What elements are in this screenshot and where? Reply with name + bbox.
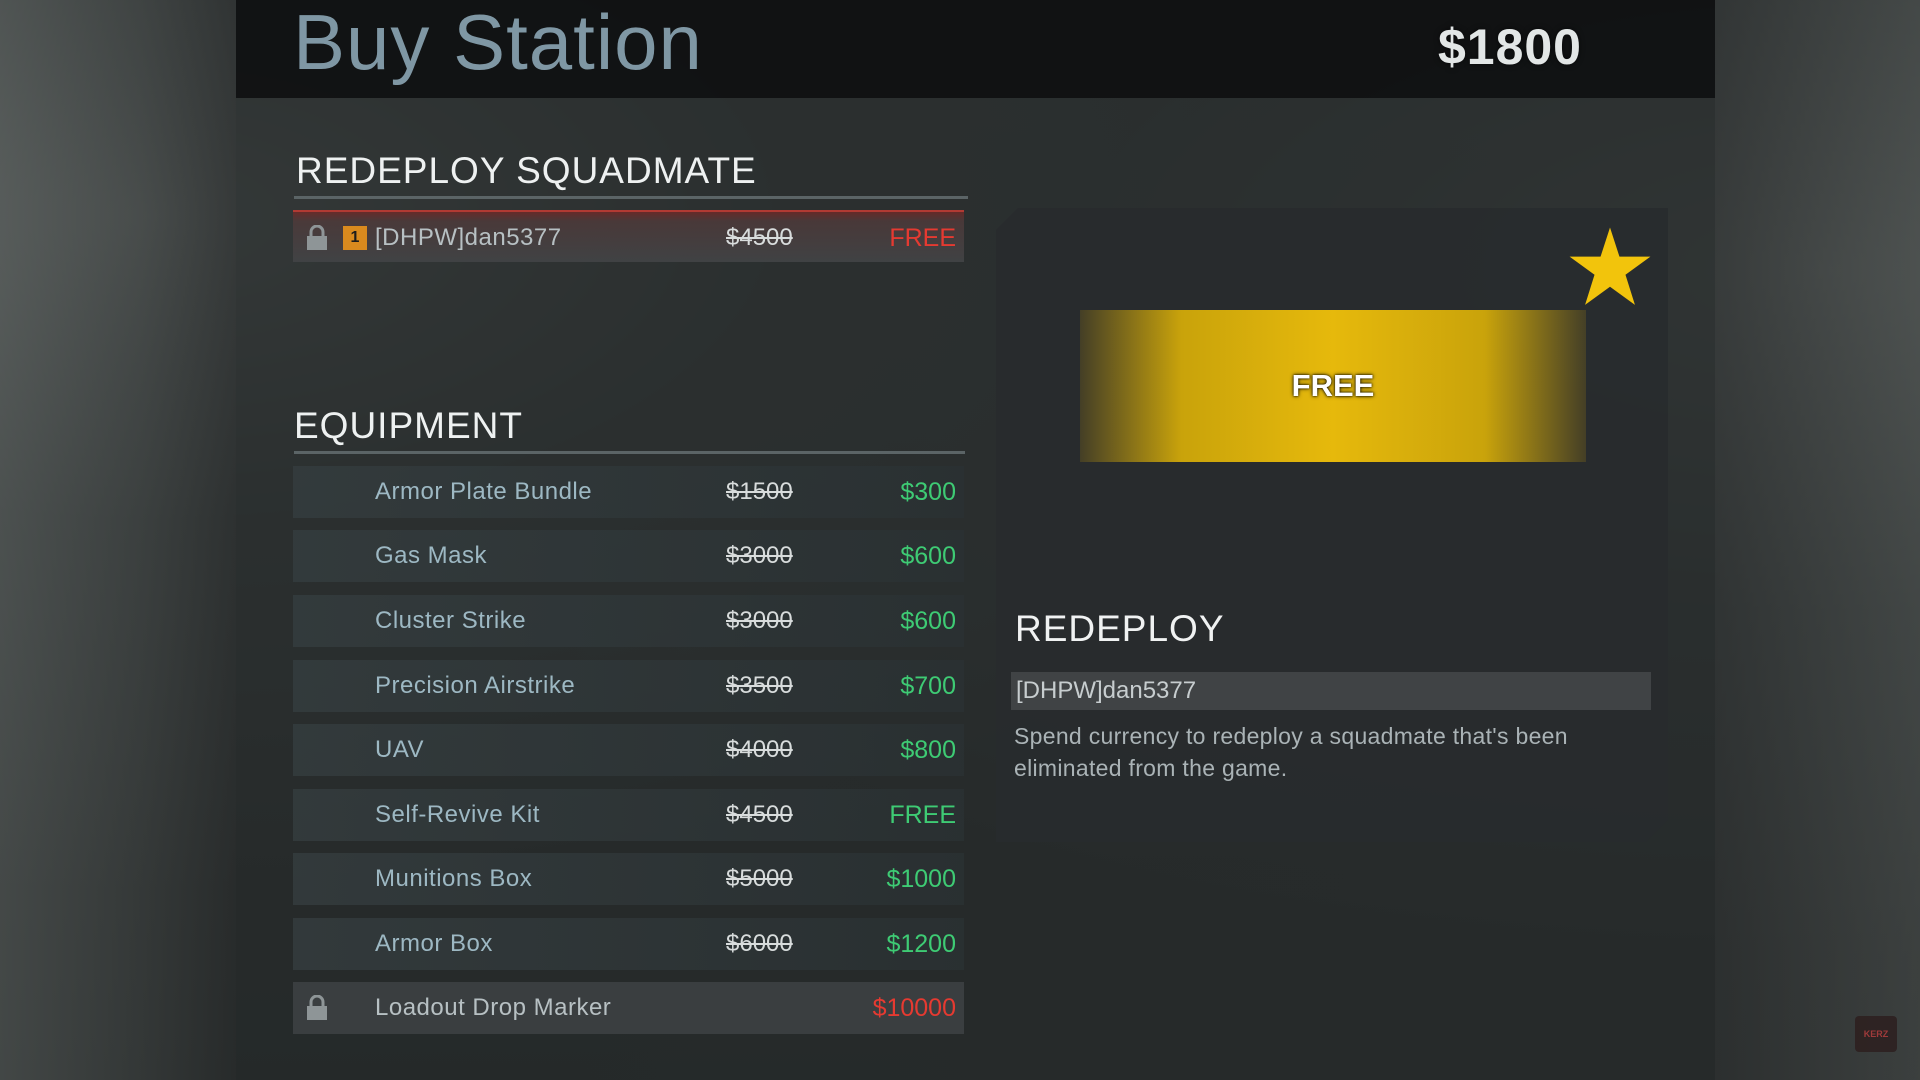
original-price: $3000: [726, 607, 793, 634]
redeploy-row[interactable]: 1 [DHPW]dan5377 $4500 FREE: [293, 210, 964, 262]
equipment-row-uav[interactable]: UAV $4000 $800: [293, 724, 964, 776]
item-name: Armor Plate Bundle: [375, 478, 593, 505]
original-price: $1500: [726, 478, 793, 505]
page-title: Buy Station: [293, 0, 703, 86]
equipment-row-precision-airstrike[interactable]: Precision Airstrike $3500 $700: [293, 660, 964, 712]
detail-target-name: [DHPW]dan5377: [1011, 672, 1651, 710]
sale-price: $600: [900, 542, 956, 570]
item-name: Precision Airstrike: [375, 672, 576, 699]
item-name: Munitions Box: [375, 865, 533, 892]
original-price: $6000: [726, 930, 793, 957]
detail-target-name-text: [DHPW]dan5377: [1016, 677, 1197, 704]
equipment-row-munitions-box[interactable]: Munitions Box $5000 $1000: [293, 853, 964, 905]
lock-icon: [307, 995, 327, 1020]
item-name: Gas Mask: [375, 542, 488, 569]
detail-title: REDEPLOY: [1015, 608, 1225, 649]
sale-price: FREE: [889, 801, 956, 829]
section-divider: [294, 196, 968, 199]
equipment-row-loadout-drop-marker[interactable]: Loadout Drop Marker $10000: [293, 982, 964, 1034]
item-name: Cluster Strike: [375, 607, 527, 634]
original-price: $5000: [726, 865, 793, 892]
item-name: Self-Revive Kit: [375, 801, 540, 828]
sale-price: $800: [900, 736, 956, 764]
background-left: [0, 0, 236, 1080]
equipment-row-cluster-strike[interactable]: Cluster Strike $3000 $600: [293, 595, 964, 647]
detail-description: Spend currency to redeploy a squadmate t…: [1014, 723, 1568, 781]
original-price: $4500: [726, 801, 793, 828]
section-title-redeploy: REDEPLOY SQUADMATE: [296, 150, 757, 191]
channel-watermark-logo: KERZ: [1855, 1016, 1897, 1052]
item-price: $10000: [872, 994, 956, 1022]
section-divider: [294, 451, 965, 454]
original-price: $3000: [726, 542, 793, 569]
sale-price: $700: [900, 672, 956, 700]
equipment-row-armor-plate-bundle[interactable]: Armor Plate Bundle $1500 $300: [293, 466, 964, 518]
sale-price: $300: [900, 478, 956, 506]
sale-price: $1000: [886, 865, 956, 893]
lock-icon: [307, 225, 327, 250]
sale-price: $1200: [886, 930, 956, 958]
squadmate-name: [DHPW]dan5377: [375, 224, 562, 251]
original-price: $4500: [726, 224, 793, 251]
equipment-row-self-revive-kit[interactable]: Self-Revive Kit $4500 FREE: [293, 789, 964, 841]
item-name: Armor Box: [375, 930, 493, 957]
item-name: UAV: [375, 736, 425, 763]
equipment-row-gas-mask[interactable]: Gas Mask $3000 $600: [293, 530, 964, 582]
section-title-equipment: EQUIPMENT: [294, 405, 523, 446]
original-price: $3500: [726, 672, 793, 699]
background-right: [1715, 0, 1920, 1080]
equipment-row-armor-box[interactable]: Armor Box $6000 $1200: [293, 918, 964, 970]
sale-price: $600: [900, 607, 956, 635]
star-icon: [1569, 227, 1651, 305]
sale-price: FREE: [889, 224, 956, 252]
player-money: $1800: [1437, 19, 1582, 75]
price-banner-text: FREE: [1291, 368, 1375, 403]
item-name: Loadout Drop Marker: [375, 994, 612, 1021]
rank-badge: 1: [343, 226, 367, 250]
original-price: $4000: [726, 736, 793, 763]
